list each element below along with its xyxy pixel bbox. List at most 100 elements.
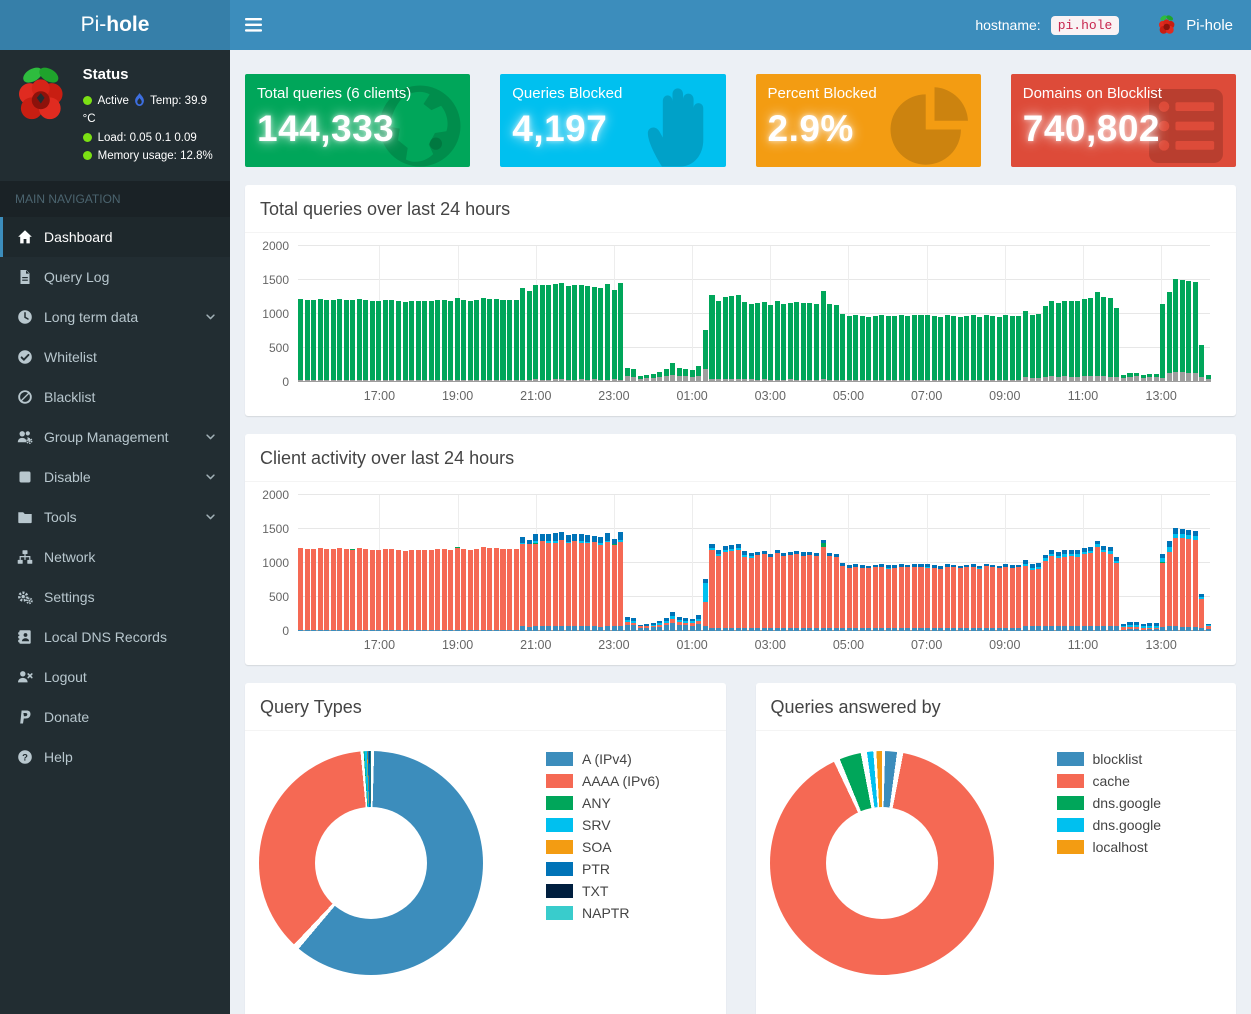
bar[interactable] bbox=[755, 246, 760, 382]
bar[interactable] bbox=[918, 246, 923, 382]
bar[interactable] bbox=[1186, 495, 1191, 631]
bar[interactable] bbox=[847, 495, 852, 631]
bar[interactable] bbox=[1016, 495, 1021, 631]
bar[interactable] bbox=[638, 495, 643, 631]
bar[interactable] bbox=[605, 246, 610, 382]
bar[interactable] bbox=[331, 246, 336, 382]
bar[interactable] bbox=[690, 246, 695, 382]
legend-item[interactable]: TXT bbox=[546, 883, 660, 899]
bar[interactable] bbox=[566, 495, 571, 631]
legend-item[interactable]: SRV bbox=[546, 817, 660, 833]
bars-container[interactable] bbox=[298, 246, 1210, 382]
total-queries-chart[interactable]: 050010001500200017:0019:0021:0023:0001:0… bbox=[298, 246, 1210, 382]
bar[interactable] bbox=[1010, 495, 1015, 631]
bar[interactable] bbox=[403, 495, 408, 631]
bar[interactable] bbox=[305, 495, 310, 631]
bar[interactable] bbox=[298, 495, 303, 631]
bar[interactable] bbox=[370, 495, 375, 631]
bar[interactable] bbox=[1003, 246, 1008, 382]
bar[interactable] bbox=[677, 495, 682, 631]
bar[interactable] bbox=[500, 246, 505, 382]
bar[interactable] bbox=[618, 246, 623, 382]
bar[interactable] bbox=[644, 246, 649, 382]
bar[interactable] bbox=[1167, 495, 1172, 631]
bar[interactable] bbox=[520, 246, 525, 382]
bar[interactable] bbox=[951, 495, 956, 631]
bar[interactable] bbox=[860, 246, 865, 382]
bar[interactable] bbox=[435, 246, 440, 382]
bar[interactable] bbox=[487, 495, 492, 631]
bar[interactable] bbox=[612, 246, 617, 382]
bar[interactable] bbox=[546, 246, 551, 382]
bar[interactable] bbox=[899, 246, 904, 382]
legend-item[interactable]: cache bbox=[1057, 773, 1162, 789]
bar[interactable] bbox=[455, 246, 460, 382]
bar[interactable] bbox=[429, 246, 434, 382]
bar[interactable] bbox=[533, 495, 538, 631]
bar[interactable] bbox=[553, 246, 558, 382]
bar[interactable] bbox=[579, 246, 584, 382]
bar[interactable] bbox=[840, 495, 845, 631]
bar[interactable] bbox=[892, 246, 897, 382]
sidebar-item-disable[interactable]: Disable bbox=[0, 457, 230, 497]
bar[interactable] bbox=[540, 246, 545, 382]
bar[interactable] bbox=[514, 495, 519, 631]
bar[interactable] bbox=[618, 495, 623, 631]
bar[interactable] bbox=[638, 246, 643, 382]
legend-item[interactable]: A (IPv4) bbox=[546, 751, 660, 767]
bar[interactable] bbox=[677, 246, 682, 382]
bar[interactable] bbox=[958, 246, 963, 382]
bar[interactable] bbox=[383, 246, 388, 382]
bar[interactable] bbox=[1062, 246, 1067, 382]
bar[interactable] bbox=[566, 246, 571, 382]
bar[interactable] bbox=[1180, 246, 1185, 382]
bar[interactable] bbox=[422, 246, 427, 382]
bar[interactable] bbox=[416, 495, 421, 631]
bar[interactable] bbox=[905, 246, 910, 382]
bar[interactable] bbox=[794, 495, 799, 631]
bar[interactable] bbox=[1114, 495, 1119, 631]
bar[interactable] bbox=[1023, 495, 1028, 631]
bar[interactable] bbox=[749, 495, 754, 631]
bar[interactable] bbox=[971, 246, 976, 382]
sidebar-item-donate[interactable]: Donate bbox=[0, 697, 230, 737]
bar[interactable] bbox=[1056, 246, 1061, 382]
bar[interactable] bbox=[814, 495, 819, 631]
bar[interactable] bbox=[468, 246, 473, 382]
sidebar-item-settings[interactable]: Settings bbox=[0, 577, 230, 617]
bar[interactable] bbox=[997, 246, 1002, 382]
bar[interactable] bbox=[827, 246, 832, 382]
bar[interactable] bbox=[729, 246, 734, 382]
bar[interactable] bbox=[305, 246, 310, 382]
bar[interactable] bbox=[696, 495, 701, 631]
bar[interactable] bbox=[455, 495, 460, 631]
bar[interactable] bbox=[879, 246, 884, 382]
bar[interactable] bbox=[487, 246, 492, 382]
sidebar-item-query-log[interactable]: Query Log bbox=[0, 257, 230, 297]
bar[interactable] bbox=[703, 246, 708, 382]
bar[interactable] bbox=[775, 495, 780, 631]
bar[interactable] bbox=[1088, 246, 1093, 382]
bar[interactable] bbox=[527, 495, 532, 631]
bar[interactable] bbox=[736, 495, 741, 631]
bar[interactable] bbox=[363, 246, 368, 382]
bar[interactable] bbox=[1134, 246, 1139, 382]
bar[interactable] bbox=[631, 495, 636, 631]
bar[interactable] bbox=[984, 246, 989, 382]
brand-logo[interactable]: Pi-hole bbox=[0, 0, 230, 50]
bar[interactable] bbox=[834, 246, 839, 382]
bar[interactable] bbox=[788, 495, 793, 631]
bar[interactable] bbox=[474, 495, 479, 631]
answered-by-donut[interactable] bbox=[770, 751, 994, 975]
legend-item[interactable]: SOA bbox=[546, 839, 660, 855]
legend-item[interactable]: dns.google bbox=[1057, 795, 1162, 811]
bar[interactable] bbox=[540, 495, 545, 631]
bar[interactable] bbox=[977, 495, 982, 631]
bar[interactable] bbox=[605, 495, 610, 631]
bar[interactable] bbox=[1147, 246, 1152, 382]
pihole-home-link[interactable]: Pi-hole bbox=[1155, 14, 1233, 37]
bar[interactable] bbox=[461, 246, 466, 382]
bar[interactable] bbox=[1030, 246, 1035, 382]
bar[interactable] bbox=[344, 495, 349, 631]
sidebar-item-local-dns-records[interactable]: Local DNS Records bbox=[0, 617, 230, 657]
